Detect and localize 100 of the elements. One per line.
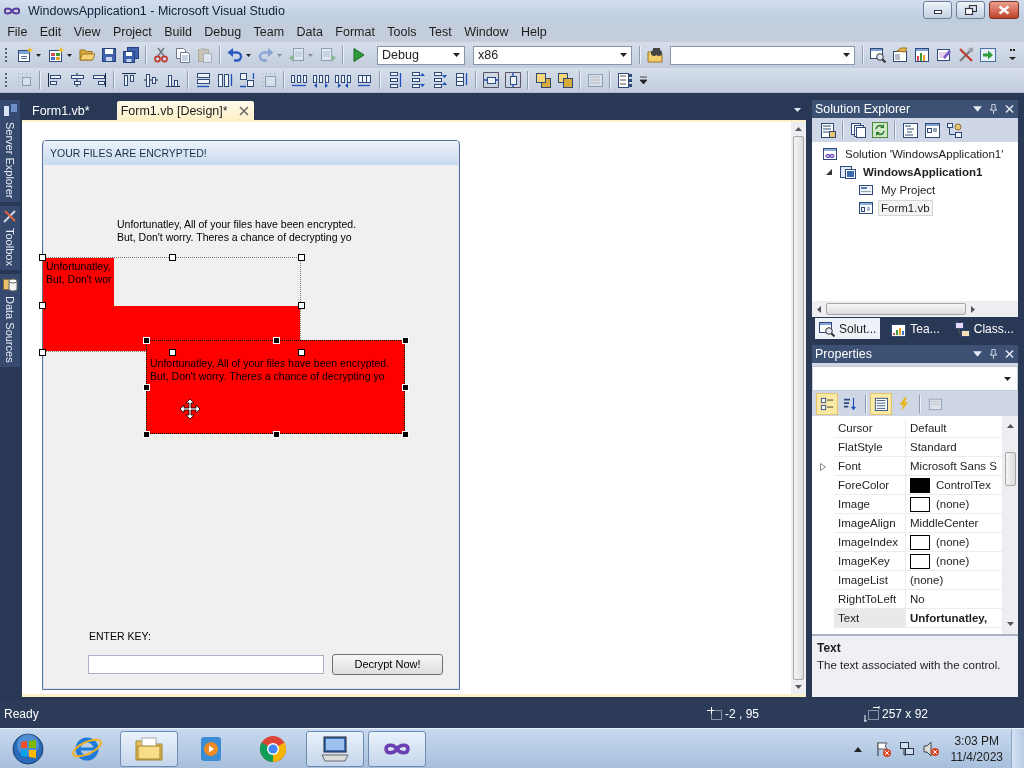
resize-handle[interactable] bbox=[169, 349, 176, 356]
menu-item[interactable]: Project bbox=[106, 23, 158, 41]
property-name[interactable]: Image bbox=[834, 495, 906, 514]
caret-icon[interactable] bbox=[794, 108, 801, 112]
center-horizontally-icon[interactable] bbox=[483, 72, 499, 88]
property-name[interactable]: ImageList bbox=[834, 571, 906, 590]
resize-handle[interactable] bbox=[169, 254, 176, 261]
side-panel-tab[interactable]: Data Sources bbox=[0, 274, 20, 367]
clock-date[interactable]: 11/4/2023 bbox=[950, 748, 1003, 765]
add-item-icon[interactable] bbox=[48, 47, 64, 63]
property-name[interactable]: Font bbox=[834, 457, 906, 476]
document-tab[interactable]: Form1.vb [Design]* bbox=[116, 101, 254, 120]
property-value[interactable]: (none) bbox=[936, 555, 970, 567]
same-width-icon[interactable] bbox=[195, 72, 211, 88]
object-dropdown-field[interactable] bbox=[812, 366, 1018, 391]
categorized-icon[interactable] bbox=[816, 392, 838, 415]
scroll-down-arrow-icon[interactable] bbox=[1006, 622, 1014, 626]
scroll-up-arrow-icon[interactable] bbox=[1006, 424, 1014, 428]
minimize-button[interactable] bbox=[923, 1, 952, 19]
property-value[interactable]: MiddleCenter bbox=[910, 517, 979, 529]
expand-arrow-icon[interactable] bbox=[826, 169, 832, 175]
property-value[interactable]: (none) bbox=[936, 498, 970, 510]
document-tab[interactable]: Form1.vb* bbox=[27, 101, 114, 120]
scroll-right-arrow-icon[interactable] bbox=[971, 305, 975, 313]
clock-time[interactable]: 3:03 PM bbox=[954, 732, 1000, 749]
find-field[interactable] bbox=[670, 45, 855, 65]
align-rights-icon[interactable] bbox=[91, 72, 107, 88]
menu-item[interactable]: Build bbox=[158, 23, 199, 41]
close-button[interactable] bbox=[989, 1, 1019, 19]
caret-icon[interactable] bbox=[246, 53, 251, 57]
caret-icon[interactable] bbox=[67, 53, 72, 57]
panel-tab[interactable]: Solut... bbox=[815, 318, 881, 339]
menu-item[interactable]: View bbox=[67, 23, 107, 41]
menu-item[interactable]: Window bbox=[457, 23, 515, 41]
align-centers-icon[interactable] bbox=[69, 72, 85, 88]
resize-handle[interactable] bbox=[39, 302, 46, 309]
caret-icon[interactable] bbox=[36, 53, 41, 57]
panel-tab[interactable]: Class... bbox=[949, 318, 1018, 339]
menu-item[interactable]: Format bbox=[329, 23, 382, 41]
form-button[interactable]: Decrypt Now! bbox=[332, 654, 443, 675]
menu-item[interactable]: Data bbox=[290, 23, 330, 41]
equal-horizontal-spacing-icon[interactable] bbox=[291, 72, 307, 88]
scroll-down-arrow-icon[interactable] bbox=[795, 685, 802, 689]
side-panel-tab[interactable]: Server Explorer bbox=[0, 100, 20, 203]
align-tops-icon[interactable] bbox=[121, 72, 137, 88]
tab-order-icon[interactable] bbox=[617, 72, 633, 88]
increase-horizontal-spacing-icon[interactable] bbox=[313, 72, 329, 88]
save-all-icon[interactable] bbox=[123, 47, 139, 63]
resize-handle[interactable] bbox=[39, 349, 46, 356]
property-value[interactable]: Standard bbox=[910, 441, 957, 453]
menu-item[interactable]: File bbox=[1, 23, 34, 41]
center-vertically-icon[interactable] bbox=[505, 72, 521, 88]
scroll-left-arrow-icon[interactable] bbox=[817, 305, 821, 313]
property-value[interactable]: Microsoft Sans S bbox=[910, 460, 997, 472]
same-height-icon[interactable] bbox=[217, 72, 233, 88]
caret-icon[interactable] bbox=[973, 349, 982, 359]
menu-item[interactable]: Tools bbox=[381, 23, 423, 41]
equal-vertical-spacing-icon[interactable] bbox=[387, 72, 403, 88]
decrease-vertical-spacing-icon[interactable] bbox=[431, 72, 447, 88]
refresh-icon[interactable] bbox=[872, 122, 888, 138]
save-icon[interactable] bbox=[101, 47, 117, 63]
code-page-icon[interactable] bbox=[902, 122, 918, 138]
network-icon[interactable] bbox=[898, 740, 915, 757]
resize-handle[interactable] bbox=[298, 349, 305, 356]
window-magnifier-icon[interactable] bbox=[870, 47, 886, 63]
resize-handle[interactable] bbox=[298, 302, 305, 309]
taskbar-button[interactable] bbox=[120, 730, 178, 767]
property-list-icon[interactable] bbox=[870, 392, 892, 415]
taskbar-button[interactable] bbox=[368, 730, 426, 767]
align-middles-icon[interactable] bbox=[143, 72, 159, 88]
undo-icon[interactable] bbox=[227, 47, 243, 63]
caret-icon[interactable] bbox=[973, 104, 982, 114]
tree-item[interactable]: WindowsApplication1 bbox=[860, 164, 986, 180]
property-value[interactable]: Unfortunatley, bbox=[910, 612, 988, 624]
taskbar-button[interactable] bbox=[306, 730, 364, 767]
menu-item[interactable]: Test bbox=[422, 23, 458, 41]
align-bottoms-icon[interactable] bbox=[165, 72, 181, 88]
same-size-icon[interactable] bbox=[239, 72, 255, 88]
cut-icon[interactable] bbox=[153, 47, 169, 63]
box-arrow-icon[interactable] bbox=[980, 47, 996, 63]
tree-item[interactable]: Solution 'WindowsApplication1' bbox=[842, 146, 1007, 162]
start-icon[interactable] bbox=[350, 47, 366, 63]
close-icon[interactable] bbox=[238, 105, 249, 116]
tools-icon[interactable] bbox=[958, 47, 974, 63]
resize-handle[interactable] bbox=[298, 254, 305, 261]
property-value[interactable]: Default bbox=[910, 422, 947, 434]
property-name[interactable]: Text bbox=[834, 609, 906, 628]
remove-horizontal-spacing-icon[interactable] bbox=[357, 72, 373, 88]
toolbar-overflow-icon[interactable] bbox=[1009, 48, 1016, 62]
caret-icon[interactable] bbox=[453, 53, 460, 57]
property-name[interactable]: ImageIndex bbox=[834, 533, 906, 552]
property-name[interactable]: ForeColor bbox=[834, 476, 906, 495]
properties-icon[interactable] bbox=[820, 122, 836, 138]
stacked-pages-icon[interactable] bbox=[850, 122, 866, 138]
tree-item[interactable]: Form1.vb bbox=[878, 200, 933, 216]
scrollbar-thumb[interactable] bbox=[793, 136, 804, 680]
scroll-up-arrow-icon[interactable] bbox=[795, 127, 802, 131]
speaker-muted-icon[interactable] bbox=[922, 740, 939, 757]
open-folder-icon[interactable] bbox=[79, 47, 95, 63]
remove-vertical-spacing-icon[interactable] bbox=[453, 72, 469, 88]
